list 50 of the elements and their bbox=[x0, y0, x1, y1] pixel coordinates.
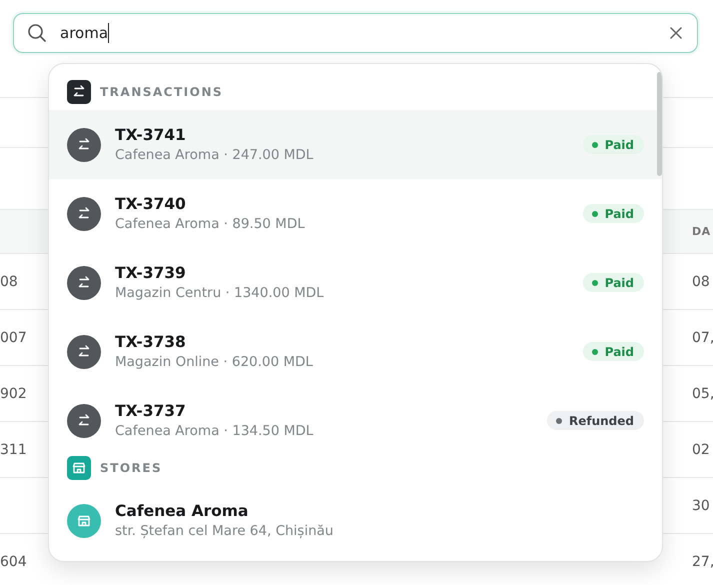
result-subtitle: Cafenea Aroma · 134.50 MDL bbox=[115, 423, 314, 439]
swap-arrows-icon bbox=[67, 128, 101, 162]
search-field[interactable]: aroma bbox=[13, 13, 698, 53]
table-cell-text: 007 bbox=[0, 330, 28, 346]
section-heading: STORES bbox=[100, 461, 162, 475]
table-cell-text: 604 bbox=[0, 554, 28, 570]
scrollbar[interactable] bbox=[657, 72, 662, 176]
swap-arrows-icon bbox=[67, 404, 101, 438]
table-cell-text: 311 bbox=[0, 442, 28, 458]
result-title: TX-3741 bbox=[115, 126, 187, 144]
status-badge: Paid bbox=[582, 342, 644, 361]
result-subtitle: Magazin Centru · 1340.00 MDL bbox=[115, 285, 325, 301]
result-subtitle: Magazin Online · 620.00 MDL bbox=[115, 354, 314, 370]
result-item[interactable]: Cafenea Aroma str. Ștefan cel Mare 64, Chișinău bbox=[49, 486, 662, 555]
result-item[interactable]: TX-3737 Cafenea Aroma · 134.50 MDL Refunded bbox=[49, 386, 662, 455]
search-input-text: aroma bbox=[60, 24, 108, 42]
clear-icon[interactable] bbox=[670, 27, 682, 39]
status-badge: Paid bbox=[582, 135, 644, 154]
status-badge: Paid bbox=[582, 204, 644, 223]
table-cell-text: 08 bbox=[0, 274, 19, 290]
search-icon bbox=[27, 23, 47, 43]
result-title: TX-3738 bbox=[115, 333, 187, 351]
result-subtitle: str. Ștefan cel Mare 64, Chișinău bbox=[115, 523, 334, 539]
result-item[interactable]: TX-3739 Magazin Centru · 1340.00 MDL Paid bbox=[49, 248, 662, 317]
swap-arrows-icon bbox=[67, 196, 101, 230]
swap-arrows-icon bbox=[67, 266, 101, 300]
storefront-icon bbox=[67, 504, 101, 538]
table-cell-text: 902 bbox=[0, 386, 28, 402]
result-title: TX-3740 bbox=[115, 195, 187, 213]
result-item[interactable]: TX-3740 Cafenea Aroma · 89.50 MDL Paid bbox=[49, 179, 662, 248]
table-cell: 07, bbox=[692, 330, 713, 346]
swap-arrows-icon bbox=[67, 80, 91, 104]
column-header: DA bbox=[692, 225, 712, 238]
swap-arrows-icon bbox=[67, 334, 101, 368]
table-cell: 27, bbox=[692, 554, 713, 570]
table-cell-text: 02 bbox=[692, 442, 711, 458]
table-cell-text: 08 bbox=[692, 274, 711, 290]
result-title: TX-3739 bbox=[115, 264, 187, 282]
table-cell-text: 30 bbox=[692, 498, 711, 514]
result-title: TX-3737 bbox=[115, 402, 187, 420]
result-subtitle: Cafenea Aroma · 89.50 MDL bbox=[115, 216, 306, 232]
result-title: Cafenea Aroma bbox=[115, 502, 250, 520]
section-heading: TRANSACTIONS bbox=[100, 85, 224, 99]
status-badge: Refunded bbox=[546, 411, 644, 430]
status-badge: Paid bbox=[582, 273, 644, 292]
storefront-icon bbox=[67, 456, 91, 480]
table-cell: 05, bbox=[692, 386, 713, 402]
result-item[interactable]: TX-3741 Cafenea Aroma · 247.00 MDL Paid bbox=[49, 110, 662, 179]
result-subtitle: Cafenea Aroma · 247.00 MDL bbox=[115, 147, 314, 163]
result-item[interactable]: TX-3738 Magazin Online · 620.00 MDL Paid bbox=[49, 317, 662, 386]
